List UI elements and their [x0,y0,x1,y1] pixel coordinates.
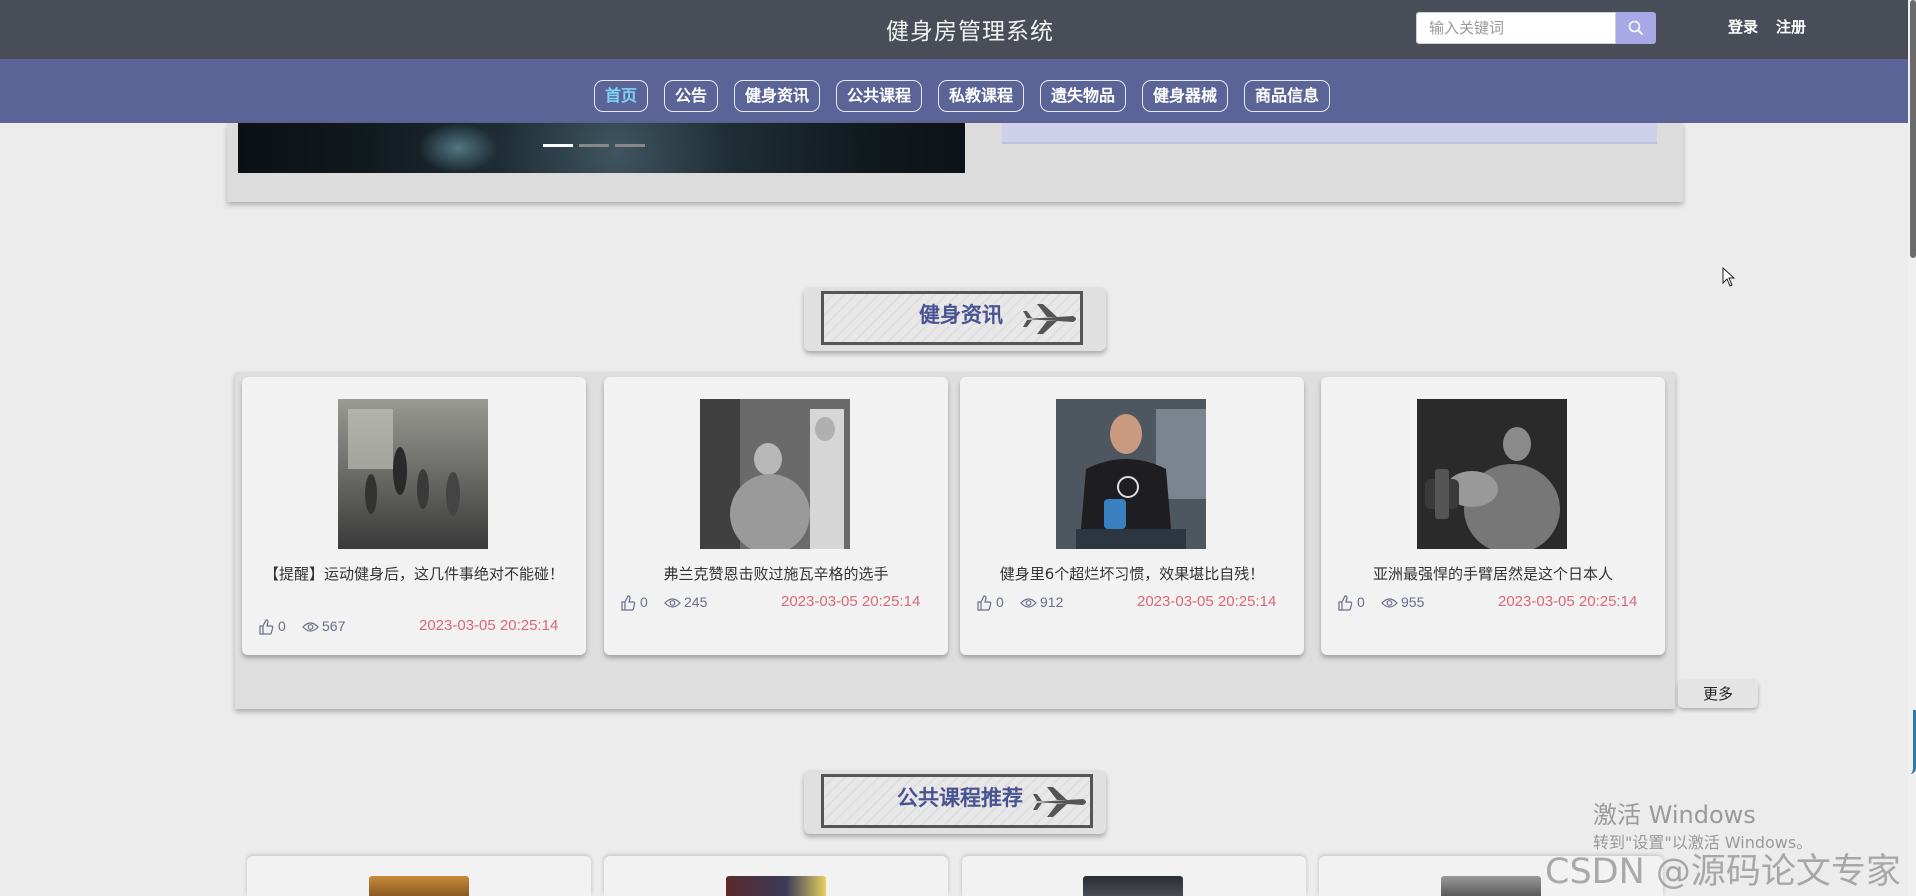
course-thumbnail[interactable] [1083,876,1183,896]
carousel-indicator-1[interactable] [543,144,573,147]
nav-item-notices[interactable]: 公告 [664,80,718,112]
nav-item-private-courses[interactable]: 私教课程 [938,80,1024,112]
thumbs-up-icon[interactable] [258,619,274,635]
like-count: 0 [640,594,648,610]
carousel-indicator-2[interactable] [579,144,609,147]
like-count: 0 [1357,594,1365,610]
nav-item-fitness-news[interactable]: 健身资讯 [734,80,820,112]
news-title[interactable]: 健身里6个超烂坏习惯，效果堪比自残！ [980,562,1284,586]
nav-item-equipment[interactable]: 健身器械 [1142,80,1228,112]
nav-item-lost-items[interactable]: 遗失物品 [1040,80,1126,112]
csdn-watermark: CSDN @源码论文专家 [1545,852,1901,892]
search-button[interactable] [1616,12,1656,44]
view-count: 912 [1040,594,1064,610]
courses-section-header: 公共课程推荐 [804,770,1106,834]
news-thumbnail[interactable] [700,399,850,554]
news-date: 2023-03-05 20:25:14 [419,617,559,634]
news-section-title: 健身资讯 [919,303,1003,327]
eye-icon [302,622,319,632]
thumbs-up-icon[interactable] [620,595,636,611]
view-count: 955 [1401,594,1425,610]
scrollbar-thumb[interactable] [1910,0,1916,258]
search-input[interactable]: 输入关键词 [1416,12,1616,44]
jump-rope-photo [338,399,488,549]
gym-man-photo [1056,399,1206,549]
mouse-cursor-icon [1722,267,1736,287]
eye-icon [1020,598,1037,608]
muscle-arm-photo [1417,399,1567,554]
news-title[interactable]: 亚洲最强悍的手臂居然是这个日本人 [1341,562,1645,586]
news-thumbnail[interactable] [1056,399,1206,549]
banner-side-panel [1002,123,1657,144]
nav-item-products[interactable]: 商品信息 [1244,80,1330,112]
airplane-icon [1033,787,1086,817]
view-count: 245 [684,594,708,610]
news-title[interactable]: 【提醒】运动健身后，这几件事绝对不能碰！ [262,562,566,586]
news-section-header: 健身资讯 [804,287,1106,351]
banner-glow [418,123,498,173]
view-count: 567 [322,618,346,634]
thumbs-up-icon[interactable] [1337,595,1353,611]
course-thumbnail[interactable] [1441,876,1541,896]
nav-item-public-courses[interactable]: 公共课程 [836,80,922,112]
search-icon [1628,20,1644,36]
eye-icon [664,598,681,608]
courses-section-title: 公共课程推荐 [897,786,1023,810]
thumbs-up-icon[interactable] [976,595,992,611]
register-link[interactable]: 注册 [1776,16,1806,37]
course-thumbnail[interactable] [369,876,469,896]
airplane-icon [1023,304,1076,334]
login-link[interactable]: 登录 [1728,16,1758,37]
more-news-button[interactable]: 更多 [1678,680,1758,708]
scroll-indicator [1906,710,1916,774]
windows-activation-title: 激活 Windows [1593,801,1756,829]
banner-carousel-image[interactable] [238,123,965,173]
nav-item-home[interactable]: 首页 [594,80,648,112]
like-count: 0 [996,594,1004,610]
news-thumbnail[interactable] [1417,399,1567,554]
like-count: 0 [278,618,286,634]
news-date: 2023-03-05 20:25:14 [1498,593,1638,610]
news-date: 2023-03-05 20:25:14 [1137,593,1277,610]
eye-icon [1381,598,1398,608]
news-thumbnail[interactable] [338,399,488,549]
news-title[interactable]: 弗兰克赞恩击败过施瓦辛格的选手 [624,562,928,586]
news-date: 2023-03-05 20:25:14 [781,593,921,610]
carousel-indicator-3[interactable] [615,144,645,147]
bodybuilder-photo [700,399,850,554]
course-thumbnail[interactable] [726,876,826,896]
